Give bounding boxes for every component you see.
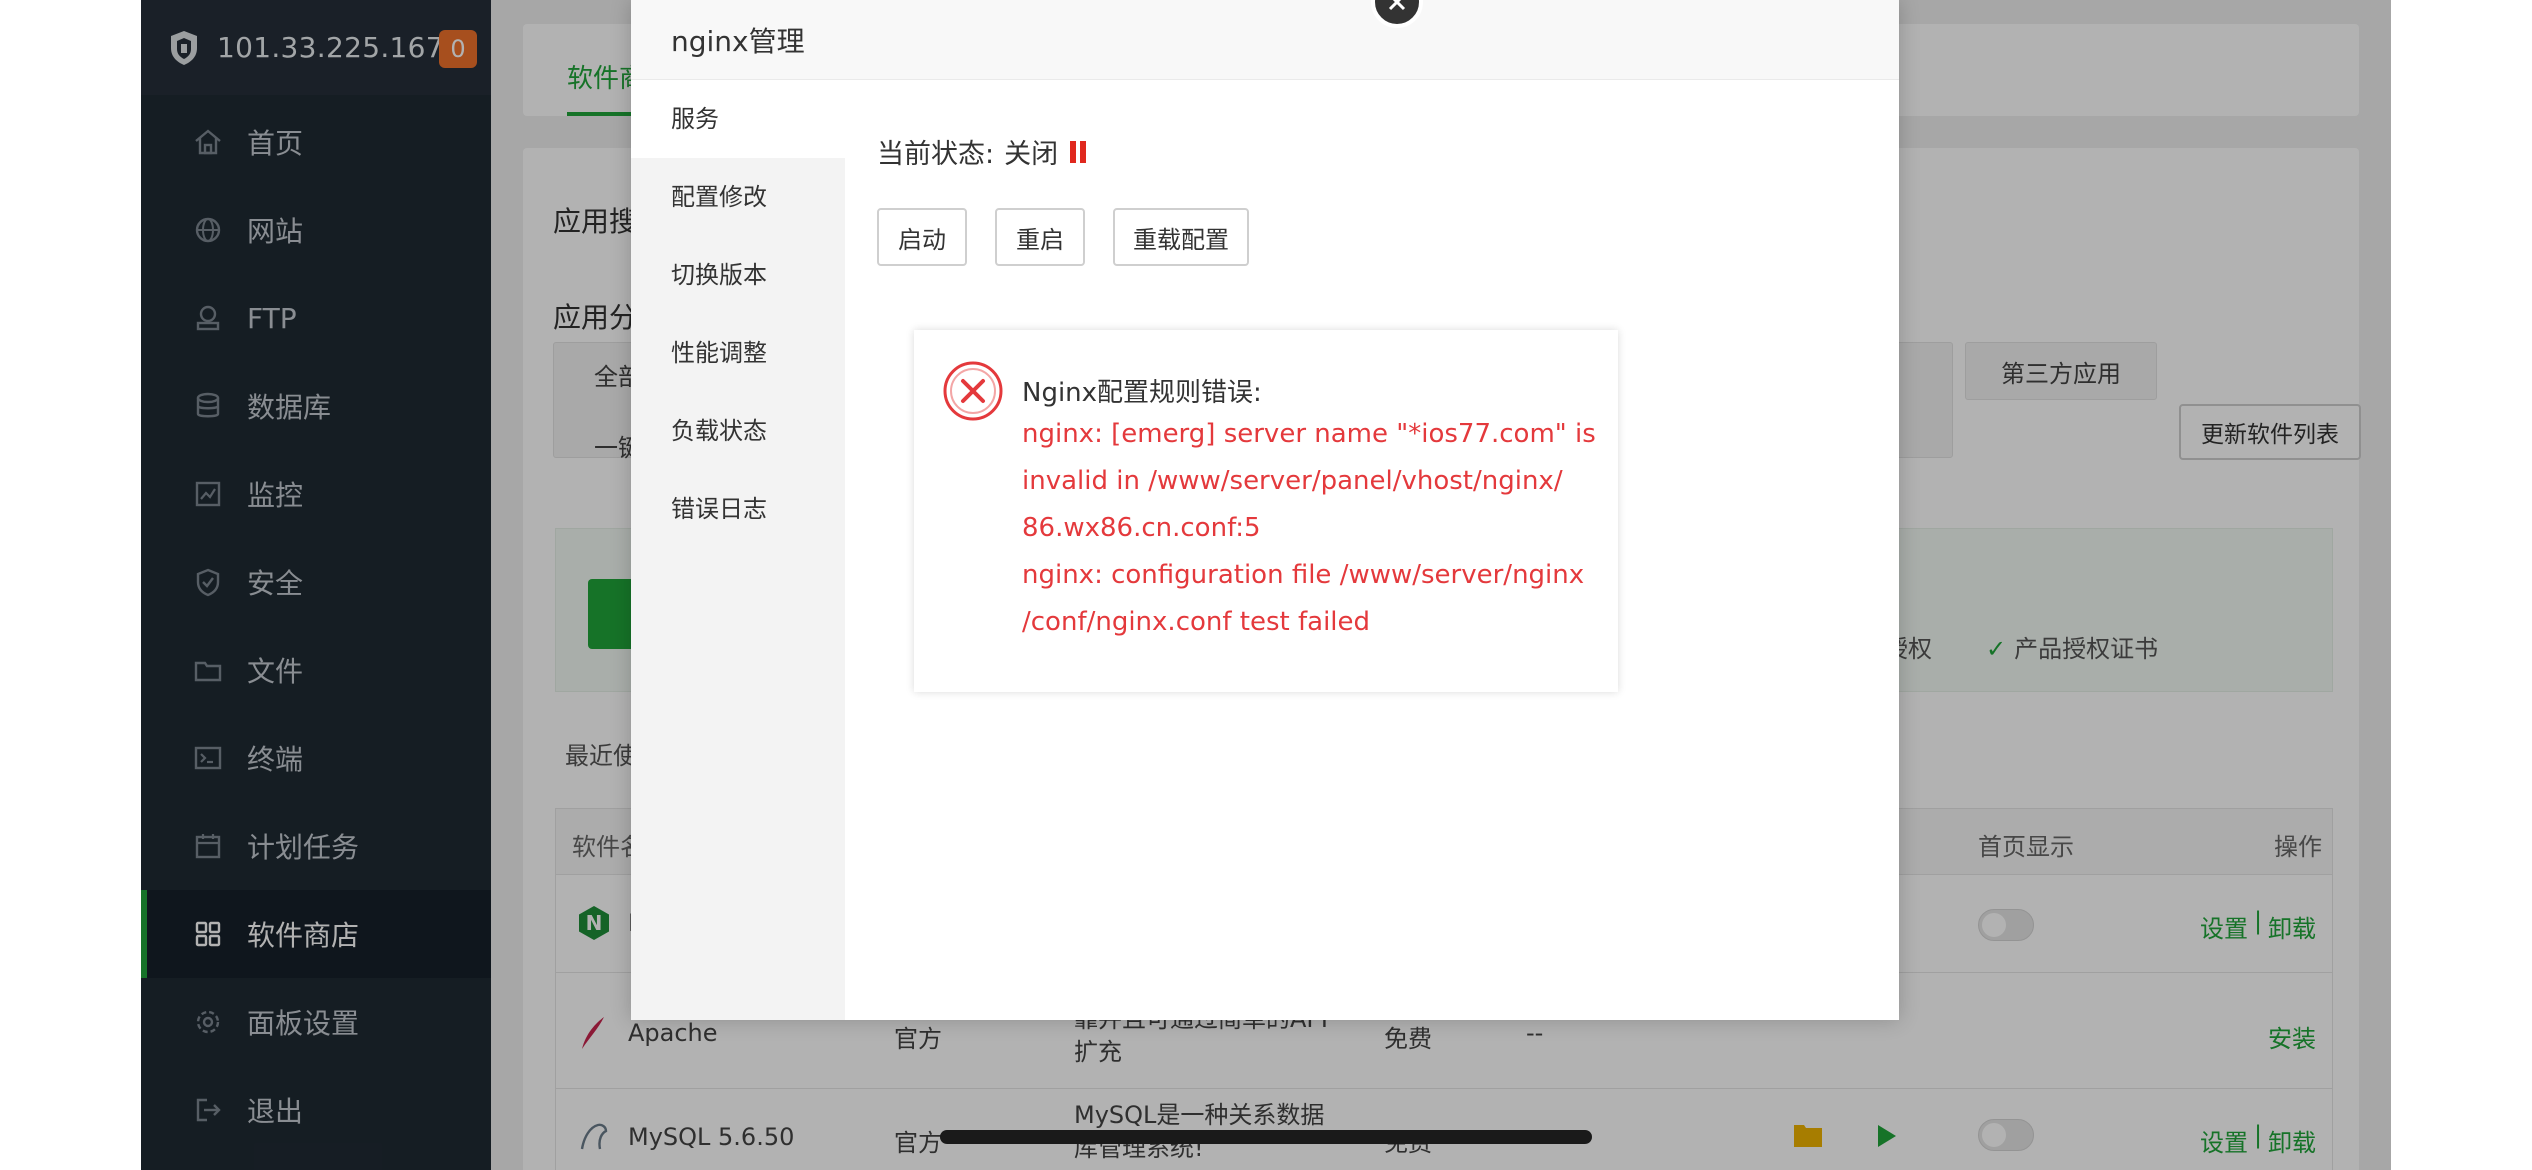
nav-load-status[interactable]: 负载状态	[631, 392, 845, 470]
alert-message-line: invalid in /www/server/panel/vhost/nginx…	[1022, 466, 1563, 496]
nav-error-log[interactable]: 错误日志	[631, 470, 845, 548]
nav-service[interactable]: 服务	[631, 80, 845, 158]
app-window: 101.33.225.167 0 首页 网站 FTP 数据库 监控 安全 文件 …	[141, 0, 2391, 1170]
start-button[interactable]: 启动	[877, 208, 967, 266]
service-status: 当前状态: 关闭	[877, 132, 1087, 171]
alert-message-line: 86.wx86.cn.conf:5	[1022, 513, 1261, 543]
nav-switch-version[interactable]: 切换版本	[631, 236, 845, 314]
close-icon	[1388, 0, 1406, 11]
restart-button[interactable]: 重启	[995, 208, 1085, 266]
status-value: 关闭	[1004, 139, 1059, 170]
stopped-indicator-icon	[1070, 140, 1087, 163]
error-alert: Nginx配置规则错误: nginx: [emerg] server name …	[914, 330, 1618, 692]
alert-title: Nginx配置规则错误:	[1022, 378, 1262, 408]
modal-title: nginx管理	[631, 0, 1899, 80]
alert-message-line: /conf/nginx.conf test failed	[1022, 607, 1371, 637]
alert-message-line: nginx: [emerg] server name "*ios77.com" …	[1022, 419, 1596, 449]
modal-nav: 服务 配置修改 切换版本 性能调整 负载状态 错误日志	[631, 80, 845, 1020]
reload-config-button[interactable]: 重载配置	[1113, 208, 1249, 266]
home-indicator	[940, 1130, 1592, 1144]
alert-message-line: nginx: configuration file /www/server/ng…	[1022, 560, 1585, 590]
status-label: 当前状态:	[877, 139, 995, 170]
nav-config-edit[interactable]: 配置修改	[631, 158, 845, 236]
nav-performance[interactable]: 性能调整	[631, 314, 845, 392]
error-icon	[943, 361, 1003, 421]
